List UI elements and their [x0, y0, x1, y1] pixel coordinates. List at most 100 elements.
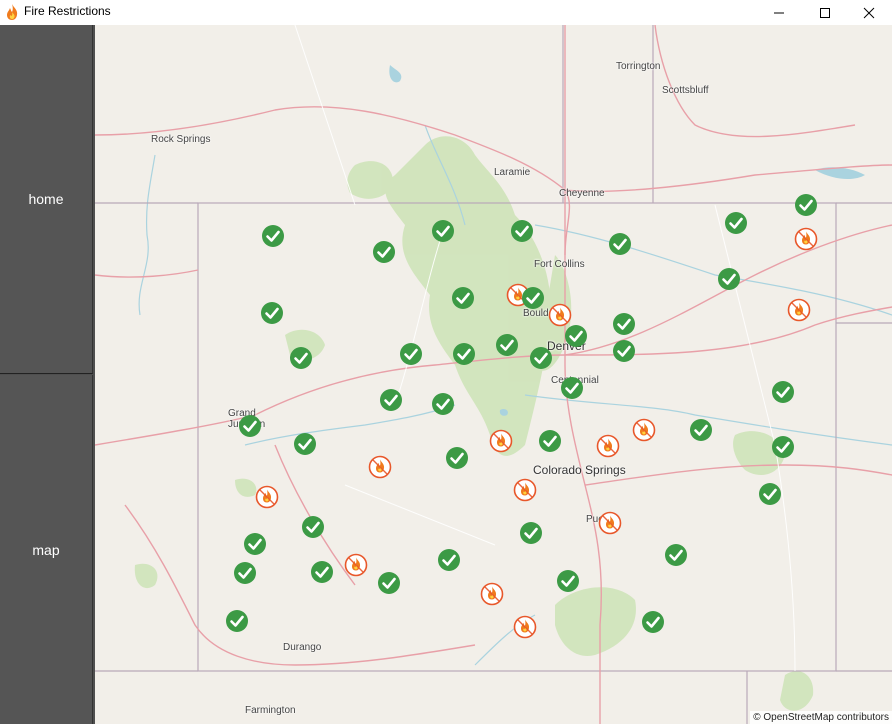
- fire-restriction-marker[interactable]: [596, 434, 620, 458]
- check-circle-icon: [446, 447, 468, 469]
- home-button[interactable]: home: [0, 25, 93, 374]
- check-circle-icon: [511, 220, 533, 242]
- no-restriction-marker[interactable]: [261, 224, 285, 248]
- no-restriction-marker[interactable]: [452, 342, 476, 366]
- close-button[interactable]: [846, 0, 892, 25]
- check-circle-icon: [530, 347, 552, 369]
- no-restriction-marker[interactable]: [431, 392, 455, 416]
- no-restriction-marker[interactable]: [445, 446, 469, 470]
- no-restriction-marker[interactable]: [641, 610, 665, 634]
- no-restriction-marker[interactable]: [612, 312, 636, 336]
- no-restriction-marker[interactable]: [608, 232, 632, 256]
- no-restriction-marker[interactable]: [612, 339, 636, 363]
- no-restriction-marker[interactable]: [260, 301, 284, 325]
- no-restriction-marker[interactable]: [560, 376, 584, 400]
- fire-circle-icon: [632, 418, 656, 442]
- check-circle-icon: [380, 389, 402, 411]
- fire-restriction-marker[interactable]: [255, 485, 279, 509]
- check-circle-icon: [539, 430, 561, 452]
- no-restriction-marker[interactable]: [664, 543, 688, 567]
- check-circle-icon: [690, 419, 712, 441]
- fire-circle-icon: [794, 227, 818, 251]
- check-circle-icon: [642, 611, 664, 633]
- check-circle-icon: [453, 343, 475, 365]
- map-button[interactable]: map: [0, 375, 93, 724]
- no-restriction-marker[interactable]: [225, 609, 249, 633]
- no-restriction-marker[interactable]: [771, 380, 795, 404]
- check-circle-icon: [772, 381, 794, 403]
- no-restriction-marker[interactable]: [717, 267, 741, 291]
- fire-circle-icon: [513, 615, 537, 639]
- fire-restriction-marker[interactable]: [513, 615, 537, 639]
- maximize-icon: [820, 7, 830, 18]
- no-restriction-marker[interactable]: [521, 286, 545, 310]
- check-circle-icon: [665, 544, 687, 566]
- maximize-button[interactable]: [802, 0, 848, 25]
- fire-circle-icon: [480, 582, 504, 606]
- fire-circle-icon: [513, 478, 537, 502]
- check-circle-icon: [613, 340, 635, 362]
- check-circle-icon: [400, 343, 422, 365]
- fire-circle-icon: [368, 455, 392, 479]
- fire-circle-icon: [255, 485, 279, 509]
- map-attribution[interactable]: © OpenStreetMap contributors: [750, 711, 892, 724]
- fire-restriction-marker[interactable]: [344, 553, 368, 577]
- no-restriction-marker[interactable]: [293, 432, 317, 456]
- check-circle-icon: [496, 334, 518, 356]
- no-restriction-marker[interactable]: [689, 418, 713, 442]
- close-icon: [863, 7, 875, 18]
- fire-restriction-marker[interactable]: [480, 582, 504, 606]
- map-view[interactable]: Torrington Scottsbluff Rock Springs Lara…: [95, 25, 892, 724]
- fire-circle-icon: [598, 511, 622, 535]
- no-restriction-marker[interactable]: [301, 515, 325, 539]
- no-restriction-marker[interactable]: [431, 219, 455, 243]
- check-circle-icon: [311, 561, 333, 583]
- fire-restriction-marker[interactable]: [794, 227, 818, 251]
- place-label: Colorado Springs: [533, 463, 626, 477]
- fire-restriction-marker[interactable]: [598, 511, 622, 535]
- no-restriction-marker[interactable]: [243, 532, 267, 556]
- fire-restriction-marker[interactable]: [787, 298, 811, 322]
- check-circle-icon: [432, 220, 454, 242]
- place-label: Farmington: [245, 705, 296, 716]
- fire-restriction-marker[interactable]: [368, 455, 392, 479]
- no-restriction-marker[interactable]: [377, 571, 401, 595]
- no-restriction-marker[interactable]: [771, 435, 795, 459]
- no-restriction-marker[interactable]: [399, 342, 423, 366]
- place-label: Fort Collins: [534, 259, 585, 270]
- no-restriction-marker[interactable]: [529, 346, 553, 370]
- check-circle-icon: [226, 610, 248, 632]
- fire-restriction-marker[interactable]: [489, 429, 513, 453]
- check-circle-icon: [718, 268, 740, 290]
- no-restriction-marker[interactable]: [379, 388, 403, 412]
- no-restriction-marker[interactable]: [233, 561, 257, 585]
- check-circle-icon: [262, 225, 284, 247]
- minimize-button[interactable]: [756, 0, 802, 25]
- no-restriction-marker[interactable]: [564, 324, 588, 348]
- fire-restriction-marker[interactable]: [632, 418, 656, 442]
- no-restriction-marker[interactable]: [310, 560, 334, 584]
- check-circle-icon: [244, 533, 266, 555]
- no-restriction-marker[interactable]: [437, 548, 461, 572]
- no-restriction-marker[interactable]: [510, 219, 534, 243]
- place-label: Cheyenne: [559, 188, 605, 199]
- check-circle-icon: [438, 549, 460, 571]
- fire-circle-icon: [787, 298, 811, 322]
- no-restriction-marker[interactable]: [758, 482, 782, 506]
- no-restriction-marker[interactable]: [794, 193, 818, 217]
- no-restriction-marker[interactable]: [538, 429, 562, 453]
- fire-restriction-marker[interactable]: [513, 478, 537, 502]
- no-restriction-marker[interactable]: [372, 240, 396, 264]
- no-restriction-marker[interactable]: [724, 211, 748, 235]
- check-circle-icon: [239, 415, 261, 437]
- no-restriction-marker[interactable]: [519, 521, 543, 545]
- no-restriction-marker[interactable]: [451, 286, 475, 310]
- check-circle-icon: [565, 325, 587, 347]
- check-circle-icon: [452, 287, 474, 309]
- no-restriction-marker[interactable]: [495, 333, 519, 357]
- no-restriction-marker[interactable]: [289, 346, 313, 370]
- place-label: Durango: [283, 642, 322, 653]
- no-restriction-marker[interactable]: [238, 414, 262, 438]
- check-circle-icon: [432, 393, 454, 415]
- no-restriction-marker[interactable]: [556, 569, 580, 593]
